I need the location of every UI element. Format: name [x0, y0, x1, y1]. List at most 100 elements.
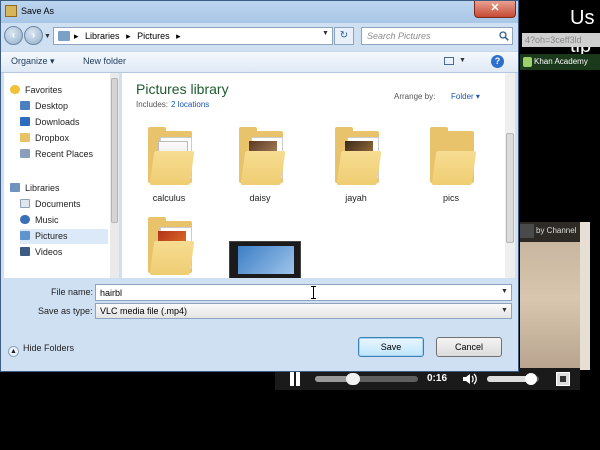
- address-bar[interactable]: ▸ Libraries ▸ Pictures ▸ ▼: [53, 27, 333, 45]
- volume-icon[interactable]: [462, 372, 478, 386]
- volume-slider[interactable]: [487, 373, 539, 385]
- address-row: ‹ › ▼ ▸ Libraries ▸ Pictures ▸ ▼ ↻: [1, 23, 518, 50]
- includes-locations-link[interactable]: 2 locations: [171, 100, 209, 109]
- volume-handle[interactable]: [525, 373, 538, 385]
- file-name-dropdown-icon[interactable]: ▼: [501, 288, 508, 295]
- folder-name: jayah: [345, 193, 367, 203]
- file-list-scroll-thumb[interactable]: [506, 133, 514, 243]
- channel-avatar: [520, 224, 534, 238]
- forward-arrow-icon[interactable]: ›: [24, 26, 43, 45]
- documents-icon: [20, 199, 30, 208]
- sidebar-group-label: Favorites: [25, 85, 63, 95]
- save-as-type-dropdown-icon[interactable]: ▼: [501, 307, 508, 314]
- search-input[interactable]: [364, 29, 495, 43]
- back-arrow-icon[interactable]: ‹: [4, 26, 23, 45]
- sidebar-item-label: Recent Places: [35, 149, 94, 159]
- search-icon[interactable]: [499, 31, 509, 41]
- fullscreen-icon[interactable]: [556, 372, 570, 386]
- video-thumbnail: [229, 241, 301, 278]
- dropbox-icon: [20, 133, 30, 142]
- close-button[interactable]: ✕: [474, 1, 516, 18]
- save-button[interactable]: Save: [358, 337, 424, 357]
- folder-icon: [239, 125, 286, 185]
- breadcrumb-libraries[interactable]: Libraries: [85, 31, 120, 41]
- sidebar-item-label: Pictures: [35, 231, 68, 241]
- recent-locations-chevron-icon[interactable]: ▼: [44, 33, 51, 40]
- folder-name: pics: [442, 193, 459, 203]
- change-view-icon[interactable]: [444, 57, 454, 65]
- khan-academy-logo-icon: [523, 57, 532, 67]
- folder-item[interactable]: [134, 215, 204, 278]
- cancel-button[interactable]: Cancel: [436, 337, 502, 357]
- sidebar-item-videos[interactable]: Videos: [20, 245, 108, 260]
- recent-places-icon: [20, 149, 30, 158]
- save-as-type-select[interactable]: VLC media file (.mp4): [95, 303, 512, 319]
- file-name-input[interactable]: [95, 284, 512, 301]
- save-as-type-label: Save as type:: [38, 306, 93, 316]
- sidebar-item-dropbox[interactable]: Dropbox: [20, 131, 108, 146]
- videos-icon: [20, 247, 30, 256]
- folder-item[interactable]: jayah: [321, 125, 391, 210]
- refresh-icon[interactable]: ↻: [334, 27, 354, 45]
- file-list-pane: Pictures library Includes: 2 locations Ar…: [122, 73, 515, 278]
- help-icon[interactable]: ?: [491, 55, 504, 68]
- sidebar-item-desktop[interactable]: Desktop: [20, 99, 108, 114]
- organize-button[interactable]: Organize ▾: [11, 56, 55, 67]
- sidebar-item-label: Desktop: [35, 101, 69, 111]
- khan-academy-badge[interactable]: Khan Academy: [520, 54, 600, 70]
- breadcrumb: ▸ Libraries ▸ Pictures ▸: [74, 28, 185, 44]
- dialog-toolbar: Organize ▾ New folder ▼ ?: [1, 51, 518, 73]
- video-timecode: 0:16: [427, 373, 448, 384]
- folder-icon: [430, 125, 477, 185]
- folder-icon: [148, 125, 195, 185]
- sidebar-group-favorites[interactable]: Favorites: [10, 83, 114, 98]
- sidebar-group-label: Libraries: [25, 183, 60, 193]
- breadcrumb-separator-icon: ▸: [176, 31, 181, 41]
- pictures-icon: [20, 231, 30, 240]
- folder-item[interactable]: pics: [416, 125, 486, 210]
- save-as-type-row: Save as type: VLC media file (.mp4) ▼: [1, 303, 518, 321]
- channel-label: by Channel: [536, 226, 577, 235]
- vlc-app-icon: [5, 5, 17, 17]
- sidebar-item-label: Dropbox: [35, 133, 70, 143]
- hide-folders-label: Hide Folders: [23, 343, 75, 353]
- arrange-by-dropdown[interactable]: Folder ▾: [451, 92, 480, 101]
- includes-label: Includes:: [136, 100, 169, 109]
- new-folder-button[interactable]: New folder: [83, 56, 126, 66]
- sidebar-item-downloads[interactable]: Downloads: [20, 115, 108, 130]
- sidebar-item-pictures[interactable]: Pictures: [20, 229, 108, 244]
- seek-handle[interactable]: [346, 373, 361, 385]
- navigation-pane: Favorites Desktop Downloads Dropbox Rece…: [4, 73, 119, 278]
- folder-name: daisy: [249, 193, 271, 203]
- file-name-label: File name:: [51, 287, 94, 297]
- chevron-up-icon: ▲: [8, 346, 19, 357]
- hide-folders-button[interactable]: ▲ Hide Folders: [8, 343, 74, 357]
- video-file-item[interactable]: [225, 241, 301, 278]
- view-options-chevron-icon[interactable]: ▼: [459, 57, 466, 64]
- pause-icon[interactable]: [289, 372, 301, 386]
- sidebar-item-music[interactable]: Music: [20, 213, 108, 228]
- sidebar-item-recent-places[interactable]: Recent Places: [20, 147, 108, 162]
- text-cursor-icon: [311, 286, 316, 299]
- sidebar-item-label: Documents: [35, 199, 81, 209]
- downloads-icon: [20, 117, 30, 126]
- breadcrumb-pictures[interactable]: Pictures: [137, 31, 170, 41]
- arrange-by-label: Arrange by:: [394, 92, 436, 101]
- address-dropdown-icon[interactable]: ▼: [322, 30, 329, 37]
- seek-bar[interactable]: [315, 373, 418, 385]
- navigation-scrollbar[interactable]: [110, 73, 119, 278]
- dialog-titlebar[interactable]: Save As ✕: [1, 1, 518, 23]
- library-folder-icon: [58, 31, 70, 41]
- libraries-icon: [10, 183, 20, 192]
- folder-item[interactable]: calculus: [134, 125, 204, 210]
- folder-item[interactable]: daisy: [225, 125, 295, 210]
- sidebar-group-libraries[interactable]: Libraries: [10, 181, 114, 196]
- folder-icon: [335, 125, 382, 185]
- sidebar-item-label: Downloads: [35, 117, 80, 127]
- sidebar-item-documents[interactable]: Documents: [20, 197, 108, 212]
- library-title: Pictures library: [136, 81, 229, 97]
- file-list-scrollbar[interactable]: [505, 73, 515, 278]
- breadcrumb-separator-icon: ▸: [126, 31, 131, 41]
- navigation-scroll-thumb[interactable]: [111, 78, 118, 223]
- background-url-bar[interactable]: 4?oh=3ceff3ld: [522, 33, 600, 47]
